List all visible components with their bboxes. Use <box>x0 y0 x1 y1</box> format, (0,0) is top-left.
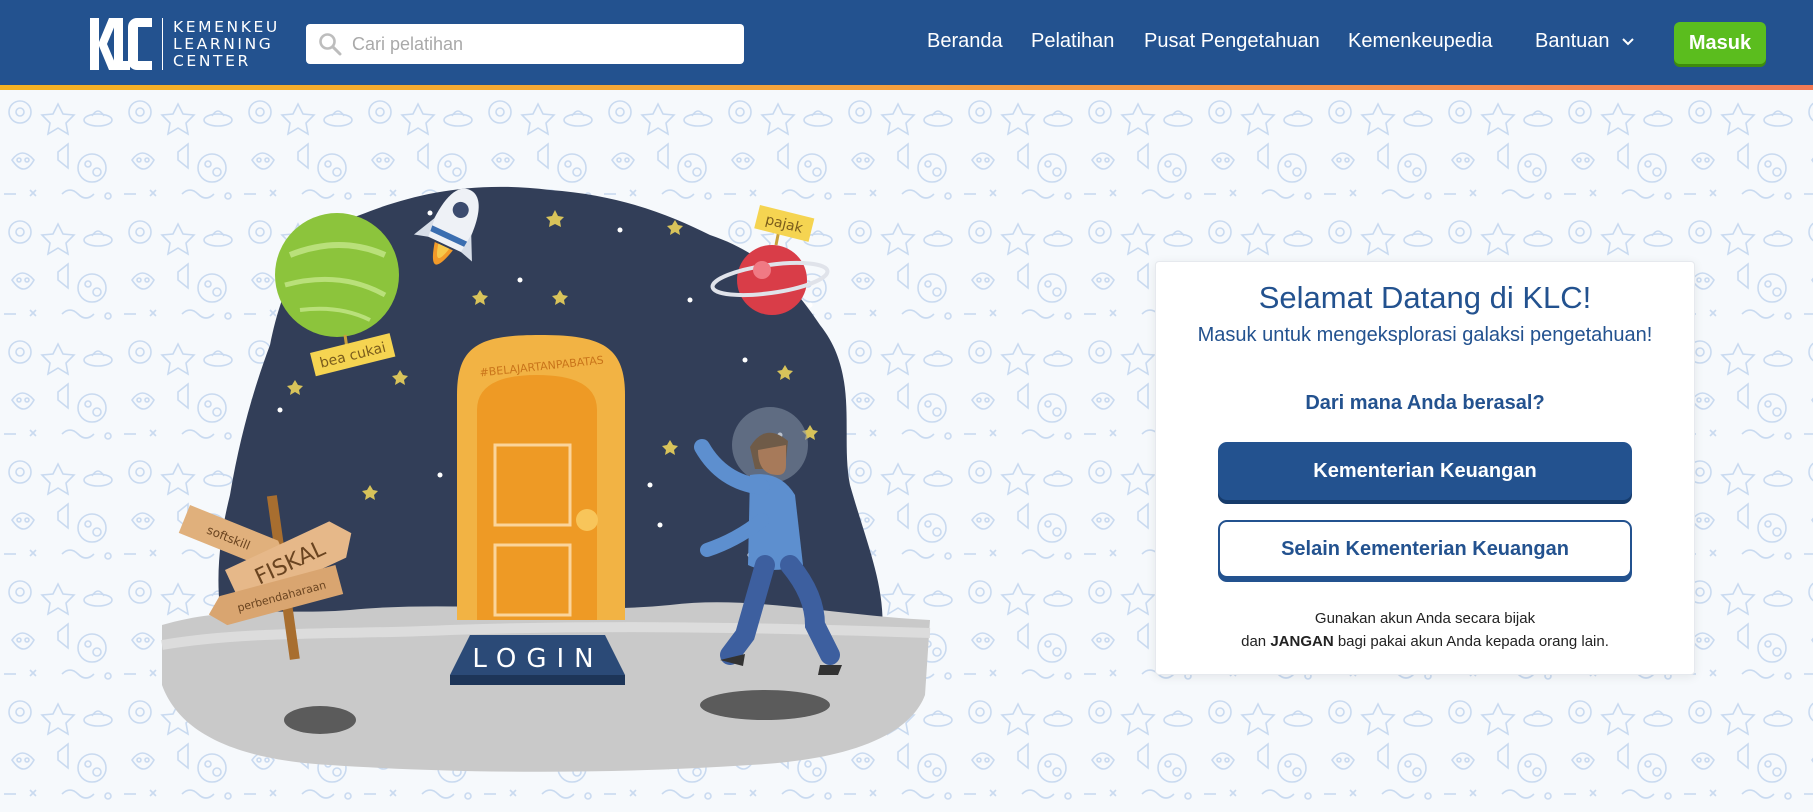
nav-bantuan-label: Bantuan <box>1535 30 1610 52</box>
logo-line-3: CENTER <box>173 51 251 70</box>
klc-logo-mark <box>90 18 152 70</box>
note-line-2: dan JANGAN bagi pakai akun Anda kepada o… <box>1156 630 1694 653</box>
nav-item-kemenkeupedia[interactable]: Kemenkeupedia <box>1348 30 1493 53</box>
svg-text:LOGIN: LOGIN <box>472 644 603 674</box>
note-emphasis: JANGAN <box>1270 633 1334 650</box>
login-button[interactable]: Masuk <box>1674 22 1766 64</box>
top-navigation-bar: KEMENKEU LEARNING CENTER Beranda Pelatih… <box>0 0 1813 85</box>
search-input[interactable] <box>352 33 732 55</box>
chevron-down-icon <box>1621 37 1634 45</box>
nav-item-bantuan[interactable]: Bantuan <box>1535 30 1635 53</box>
login-sign: LOGIN <box>450 635 625 685</box>
logo-line-1: KEMENKEU <box>173 17 280 36</box>
klc-logo[interactable]: KEMENKEU LEARNING CENTER <box>90 18 280 70</box>
note-line-1: Gunakan akun Anda secara bijak <box>1314 610 1536 627</box>
search-box[interactable] <box>306 24 744 64</box>
kementerian-keuangan-button[interactable]: Kementerian Keuangan <box>1218 442 1632 500</box>
card-subtitle: Masuk untuk mengeksplorasi galaksi penge… <box>1197 324 1653 346</box>
search-icon <box>319 33 342 56</box>
account-usage-note: Gunakan akun Anda secara bijak dan JANGA… <box>1156 607 1694 653</box>
card-title: Selamat Datang di KLC! <box>1258 280 1592 315</box>
nav-item-beranda[interactable]: Beranda <box>927 30 1003 53</box>
logo-line-2: LEARNING <box>173 34 274 53</box>
logo-divider <box>162 18 163 70</box>
note-suffix: bagi pakai akun Anda kepada orang lain. <box>1337 633 1609 650</box>
origin-question: Dari mana Anda berasal? <box>1305 392 1545 414</box>
selain-kementerian-keuangan-button[interactable]: Selain Kementerian Keuangan <box>1218 520 1632 578</box>
login-card: Selamat Datang di KLC! Masuk untuk menge… <box>1155 261 1695 675</box>
note-prefix: dan <box>1241 633 1267 650</box>
nav-item-pusat-pengetahuan[interactable]: Pusat Pengetahuan <box>1144 30 1320 53</box>
door: #BELAJARTANPABATAS <box>457 335 625 620</box>
logo-wordmark: KEMENKEU LEARNING CENTER <box>173 17 280 70</box>
space-login-illustration: bea cukai pajak #BELAJARTANPABATAS LOGIN <box>161 186 931 772</box>
nav-item-pelatihan[interactable]: Pelatihan <box>1031 30 1114 53</box>
